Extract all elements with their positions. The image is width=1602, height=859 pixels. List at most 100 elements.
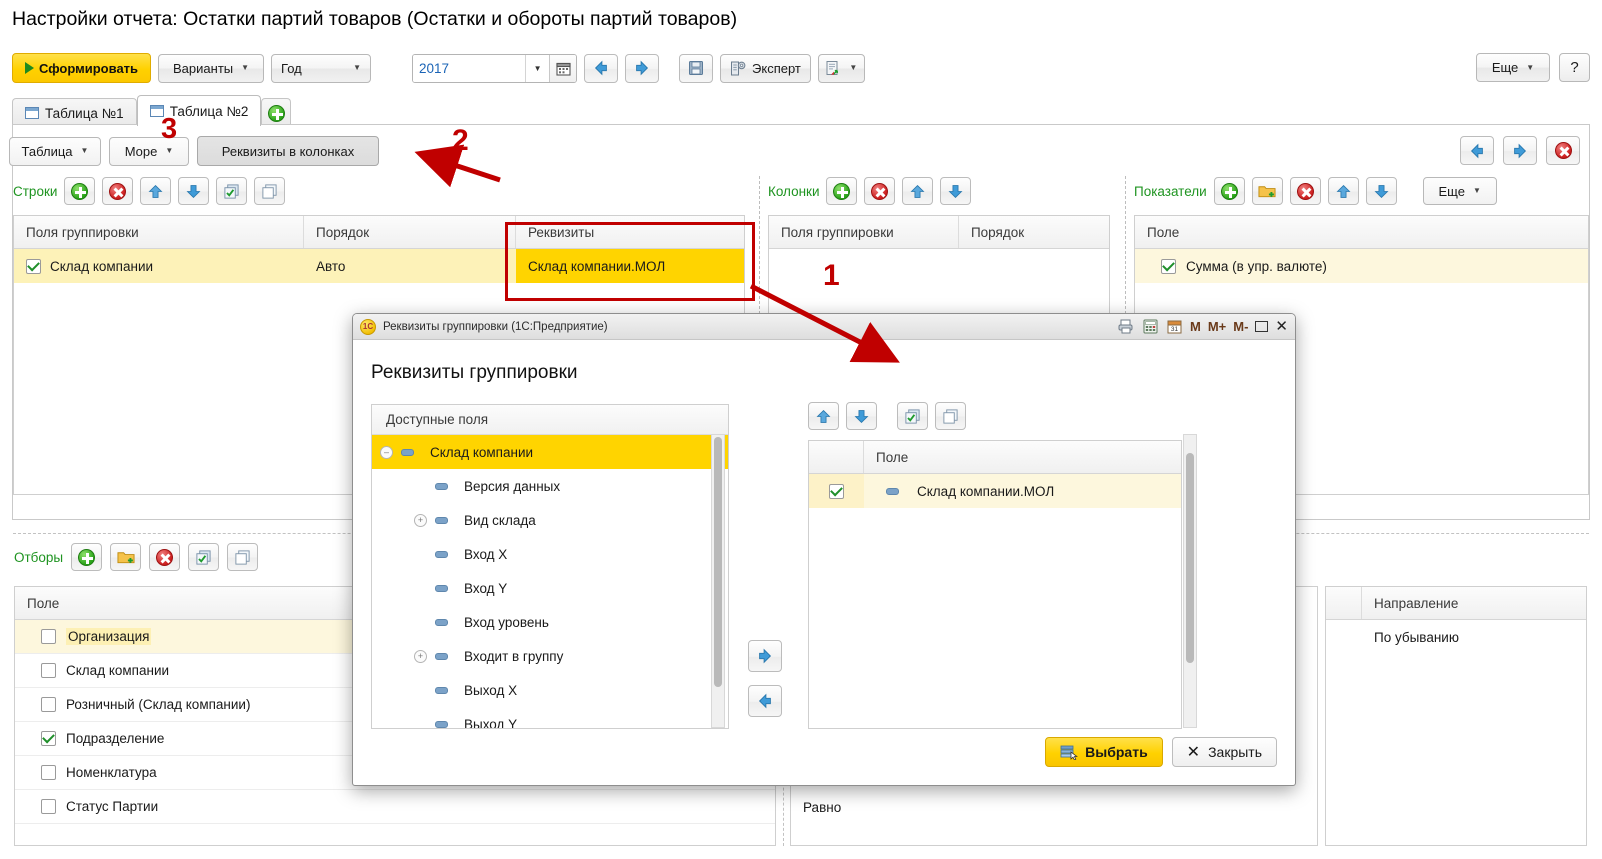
close-table-button[interactable] bbox=[1546, 136, 1580, 165]
table-row[interactable]: Сумма (в упр. валюте) bbox=[1135, 249, 1588, 283]
tree-item[interactable]: Вход X bbox=[372, 537, 728, 571]
tree-item[interactable]: Вход Y bbox=[372, 571, 728, 605]
selected-move-up-button[interactable] bbox=[808, 402, 839, 430]
indicators-col-field[interactable]: Поле bbox=[1135, 216, 1588, 248]
move-to-selected-button[interactable] bbox=[748, 640, 782, 672]
close-icon[interactable]: ✕ bbox=[1275, 319, 1288, 334]
indicators-add-button[interactable] bbox=[1213, 177, 1245, 205]
save-settings-button[interactable] bbox=[679, 53, 714, 83]
dialog-titlebar[interactable]: 1C Реквизиты группировки (1С:Предприятие… bbox=[353, 314, 1295, 340]
move-left-button[interactable] bbox=[1460, 136, 1494, 165]
columns-move-down-button[interactable] bbox=[940, 177, 972, 205]
tree-item[interactable]: Версия данных bbox=[372, 469, 728, 503]
row-checkbox[interactable] bbox=[41, 799, 56, 814]
row-checkbox[interactable] bbox=[41, 663, 56, 678]
variants-label: Варианты bbox=[173, 60, 234, 76]
variants-button[interactable]: Варианты ▼ bbox=[158, 53, 265, 83]
filters-add-button[interactable] bbox=[71, 543, 103, 571]
indicators-move-up-button[interactable] bbox=[1327, 177, 1359, 205]
tree-item[interactable]: Вход уровень bbox=[372, 605, 728, 639]
available-fields-scrollbar[interactable] bbox=[711, 434, 725, 728]
generate-button[interactable]: Сформировать bbox=[12, 53, 152, 83]
period-input[interactable] bbox=[413, 54, 526, 82]
period-preset-dropdown[interactable]: Год ▼ bbox=[271, 53, 372, 83]
tree-item[interactable]: + Вид склада bbox=[372, 503, 728, 537]
filters-delete-button[interactable] bbox=[149, 543, 181, 571]
move-right-button[interactable] bbox=[1503, 136, 1537, 165]
columns-col-order[interactable]: Порядок bbox=[959, 216, 1109, 248]
row-checkbox[interactable] bbox=[41, 697, 56, 712]
row-checkbox[interactable] bbox=[26, 258, 41, 274]
row-checkbox[interactable] bbox=[41, 629, 56, 644]
columns-col-grouping[interactable]: Поля группировки bbox=[769, 216, 959, 248]
row-checkbox[interactable] bbox=[41, 731, 56, 746]
selected-check-all-button[interactable] bbox=[897, 402, 928, 430]
table-row[interactable]: Статус Партии bbox=[15, 790, 775, 824]
maximize-icon[interactable] bbox=[1255, 321, 1269, 332]
rows-add-button[interactable] bbox=[64, 177, 96, 205]
table-row[interactable]: Равно bbox=[791, 790, 1317, 824]
calendar-icon[interactable] bbox=[549, 54, 577, 82]
add-tab-button[interactable] bbox=[261, 98, 292, 127]
tab-table-1[interactable]: Таблица №1 bbox=[12, 98, 137, 127]
memory-add-button[interactable]: M+ bbox=[1208, 319, 1226, 334]
rows-delete-button[interactable] bbox=[102, 177, 134, 205]
attributes-in-columns-button[interactable]: Реквизиты в колонках bbox=[197, 136, 379, 166]
row-checkbox[interactable] bbox=[41, 765, 56, 780]
table-row[interactable]: Склад компании.МОЛ bbox=[809, 474, 1181, 508]
close-dialog-button[interactable]: ✕ Закрыть bbox=[1171, 737, 1277, 767]
rows-move-up-button[interactable] bbox=[140, 177, 172, 205]
row-checkbox[interactable] bbox=[1161, 258, 1176, 274]
columns-move-up-button[interactable] bbox=[902, 177, 934, 205]
filters-check-all-button[interactable] bbox=[188, 543, 220, 571]
collapse-icon[interactable]: – bbox=[380, 445, 393, 459]
print-icon[interactable] bbox=[1118, 318, 1135, 335]
table-menu-button[interactable]: Таблица ▼ bbox=[9, 136, 101, 166]
expand-icon[interactable]: + bbox=[414, 513, 427, 527]
tree-item[interactable]: Выход Y bbox=[372, 707, 728, 728]
columns-add-button[interactable] bbox=[826, 177, 858, 205]
expand-icon[interactable]: + bbox=[414, 649, 427, 663]
rows-col-order[interactable]: Порядок bbox=[304, 216, 516, 248]
filters-add-group-button[interactable] bbox=[110, 543, 142, 571]
selected-move-down-button[interactable] bbox=[846, 402, 877, 430]
table-row[interactable]: Склад компании Авто Склад компании.МОЛ bbox=[14, 249, 744, 283]
expert-button[interactable]: Эксперт bbox=[720, 53, 811, 83]
tree-item[interactable]: Выход X bbox=[372, 673, 728, 707]
more-menu-button[interactable]: Еще ▼ bbox=[1476, 53, 1550, 82]
rows-col-grouping[interactable]: Поля группировки bbox=[14, 216, 304, 248]
row-checkbox[interactable] bbox=[829, 483, 844, 499]
tree-item[interactable]: + Входит в группу bbox=[372, 639, 728, 673]
export-button[interactable]: ▼ bbox=[817, 53, 865, 83]
help-button[interactable]: ? bbox=[1559, 53, 1590, 82]
indicators-move-down-button[interactable] bbox=[1365, 177, 1397, 205]
memory-recall-button[interactable]: M bbox=[1190, 319, 1201, 334]
calculator-icon[interactable] bbox=[1142, 318, 1159, 335]
rows-section-title: Строки bbox=[13, 183, 58, 199]
calendar-icon[interactable]: 31 bbox=[1166, 318, 1183, 335]
attributes-in-columns-label: Реквизиты в колонках bbox=[221, 143, 355, 159]
period-dropdown-arrow[interactable]: ▼ bbox=[525, 54, 550, 82]
memory-subtract-button[interactable]: M- bbox=[1233, 319, 1248, 334]
tab-table-2[interactable]: Таблица №2 bbox=[136, 95, 262, 126]
filters-copy-button[interactable] bbox=[227, 543, 259, 571]
move-to-available-button[interactable] bbox=[748, 685, 782, 717]
rows-move-down-button[interactable] bbox=[178, 177, 210, 205]
columns-delete-button[interactable] bbox=[864, 177, 896, 205]
table-row[interactable]: По убыванию bbox=[1326, 620, 1586, 654]
indicators-delete-button[interactable] bbox=[1289, 177, 1321, 205]
selected-fields-scrollbar[interactable] bbox=[1183, 434, 1197, 728]
choose-button[interactable]: Выбрать bbox=[1045, 737, 1163, 767]
previous-period-button[interactable] bbox=[584, 53, 619, 83]
rows-cell-order: Авто bbox=[304, 249, 516, 283]
tree-item[interactable]: – Склад компании bbox=[372, 435, 728, 469]
selected-copy-button[interactable] bbox=[935, 402, 966, 430]
direction-col-header[interactable]: Направление bbox=[1362, 587, 1586, 619]
next-period-button[interactable] bbox=[625, 53, 660, 83]
rows-col-attributes[interactable]: Реквизиты bbox=[516, 216, 744, 248]
indicators-add-group-button[interactable] bbox=[1251, 177, 1283, 205]
rows-check-all-button[interactable] bbox=[216, 177, 248, 205]
indicators-more-button[interactable]: Еще ▼ bbox=[1422, 177, 1497, 205]
selected-col-field[interactable]: Поле bbox=[864, 441, 1181, 473]
rows-copy-button[interactable] bbox=[254, 177, 286, 205]
